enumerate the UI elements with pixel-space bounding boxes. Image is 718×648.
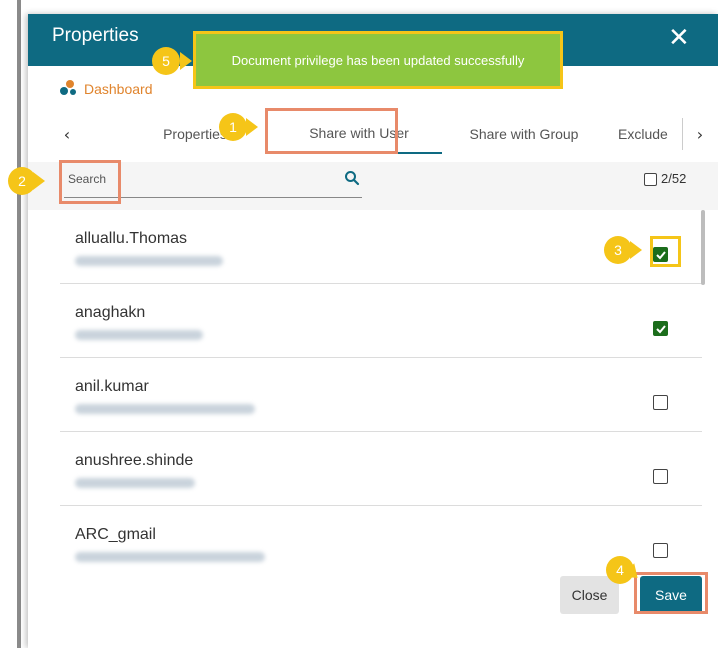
close-icon[interactable]: ✕ — [668, 24, 690, 52]
selection-count: 2/52 — [661, 171, 687, 186]
user-list: alluallu.Thomas anaghakn anil.kumar anus… — [28, 210, 718, 570]
search-row: Search 2/52 — [28, 162, 718, 210]
user-email-blurred — [75, 552, 265, 562]
search-icon[interactable] — [344, 170, 360, 186]
user-name: anaghakn — [75, 304, 146, 321]
user-email-blurred — [75, 330, 203, 340]
step-badge-5: 5 — [152, 47, 180, 75]
badge-pointer — [246, 118, 258, 136]
list-item: anaghakn — [60, 284, 702, 358]
user-name: alluallu.Thomas — [75, 230, 188, 247]
toast-message: Document privilege has been updated succ… — [231, 52, 525, 68]
success-toast: Document privilege has been updated succ… — [193, 31, 563, 89]
highlight-save — [634, 572, 708, 614]
scrollbar[interactable] — [701, 210, 705, 285]
user-checkbox[interactable] — [653, 321, 668, 336]
user-email-blurred — [75, 256, 223, 266]
step-badge-1: 1 — [219, 113, 247, 141]
user-checkbox[interactable] — [653, 395, 668, 410]
close-button[interactable]: Close — [560, 576, 619, 614]
select-all-checkbox[interactable] — [644, 173, 657, 186]
step-badge-4: 4 — [606, 556, 634, 584]
step-badge-3: 3 — [604, 236, 632, 264]
breadcrumb[interactable]: Dashboard — [60, 80, 153, 98]
check-icon — [656, 325, 666, 334]
user-checkbox[interactable] — [653, 543, 668, 558]
highlight-search — [59, 160, 121, 204]
tab-scroll-left-icon[interactable]: ‹ — [52, 114, 82, 154]
user-name: ARC_gmail — [75, 526, 156, 543]
tab-share-with-group[interactable]: Share with Group — [454, 114, 594, 154]
background-divider — [17, 0, 21, 648]
user-email-blurred — [75, 478, 195, 488]
highlight-share-with-user — [265, 108, 398, 154]
dialog-title: Properties — [52, 25, 139, 46]
tab-divider — [682, 118, 683, 150]
highlight-checkbox — [650, 236, 681, 267]
user-name: anil.kumar — [75, 378, 149, 395]
user-email-blurred — [75, 404, 255, 414]
user-name: anushree.shinde — [75, 452, 194, 469]
list-item: anushree.shinde — [60, 432, 702, 506]
breadcrumb-label: Dashboard — [84, 81, 153, 97]
tab-exclude[interactable]: Exclude — [618, 114, 682, 154]
list-item: anil.kumar — [60, 358, 702, 432]
step-badge-2: 2 — [8, 167, 36, 195]
dashboard-icon — [60, 80, 78, 98]
user-checkbox[interactable] — [653, 469, 668, 484]
badge-pointer — [180, 52, 192, 70]
tab-scroll-right-icon[interactable]: › — [685, 114, 715, 154]
